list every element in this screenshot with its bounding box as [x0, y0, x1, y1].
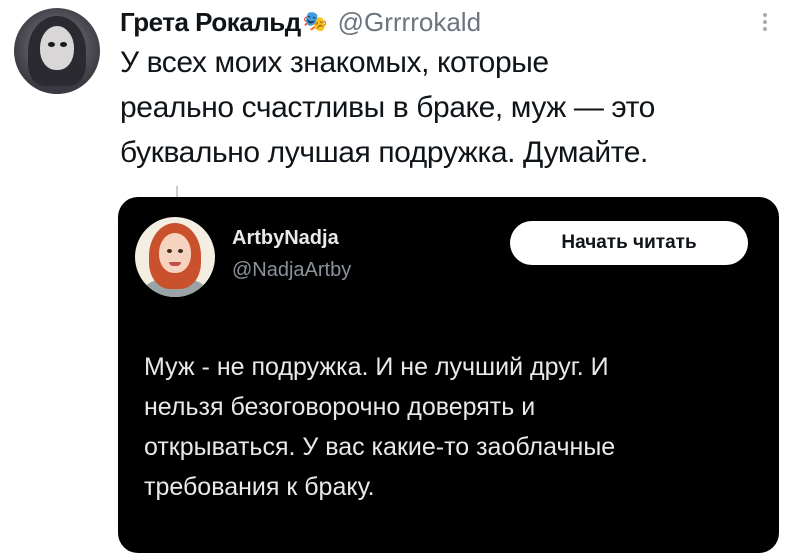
quoted-author-name[interactable]: ArtbyNadja: [232, 227, 339, 250]
quoted-post-text: Муж - не подружка. И не лучший друг. И н…: [144, 347, 764, 507]
author-avatar[interactable]: [14, 8, 100, 94]
performing-arts-icon: 🎭: [302, 11, 328, 33]
tweet-text-line: реально счастливы в браке, муж — это: [120, 91, 655, 124]
author-name[interactable]: Грета Рокальд: [120, 7, 301, 38]
quoted-text-line: требования к браку.: [144, 473, 375, 501]
quoted-post-card[interactable]: ArtbyNadja @NadjaArtby Начать читать Муж…: [118, 197, 779, 553]
tweet: Грета Рокальд 🎭 @Grrrrokald У всех моих …: [0, 0, 800, 559]
more-options-icon[interactable]: [760, 10, 770, 38]
start-reading-button[interactable]: Начать читать: [510, 221, 748, 265]
tweet-text: У всех моих знакомых, которые реально сч…: [120, 40, 790, 175]
quoted-author-avatar[interactable]: [135, 217, 215, 297]
quoted-text-line: нельзя безоговорочно доверять и: [144, 393, 536, 421]
quoted-text-line: Муж - не подружка. И не лучший друг. И: [144, 353, 609, 381]
author-handle[interactable]: @Grrrrokald: [338, 7, 481, 38]
tweet-text-line: буквально лучшая подружка. Думайте.: [120, 136, 648, 169]
quoted-text-line: открываться. У вас какие-то заоблачные: [144, 433, 616, 461]
tweet-header: Грета Рокальд 🎭 @Grrrrokald: [120, 4, 481, 40]
tweet-text-line: У всех моих знакомых, которые: [120, 46, 549, 79]
quoted-author-handle[interactable]: @NadjaArtby: [232, 259, 351, 282]
